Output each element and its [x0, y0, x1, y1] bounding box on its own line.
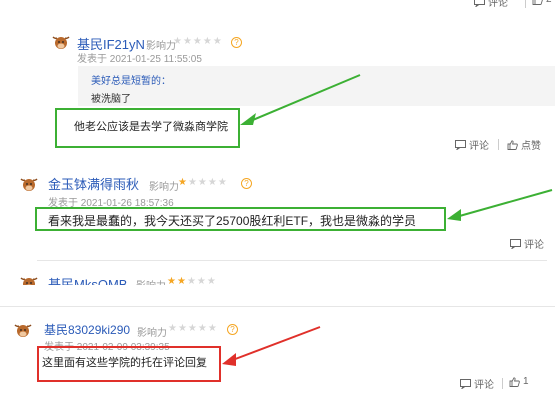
arrow-red — [229, 326, 321, 362]
arrow-green-2-head — [447, 209, 461, 221]
arrow-green-1 — [247, 74, 361, 123]
arrow-red-head — [222, 353, 236, 366]
annotation-arrows — [222, 74, 553, 366]
arrow-green-1-head — [240, 113, 256, 125]
arrow-green-2 — [455, 189, 553, 218]
